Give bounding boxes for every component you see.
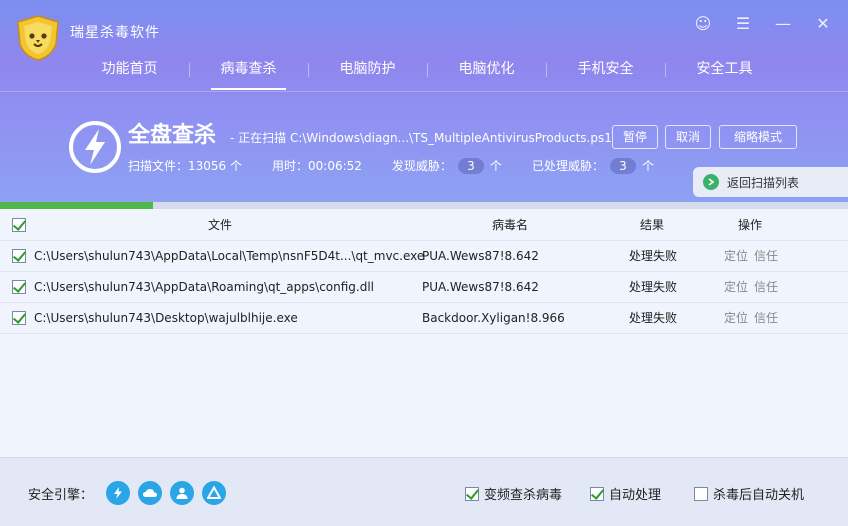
menu-icon[interactable]: ☰ <box>732 12 754 34</box>
auto-shutdown-label: 杀毒后自动关机 <box>713 488 805 503</box>
cancel-button[interactable]: 取消 <box>665 125 711 149</box>
tab-home[interactable]: 功能首页 <box>70 54 189 88</box>
header-file: 文件 <box>208 218 233 232</box>
auto-shutdown-checkbox[interactable] <box>694 486 708 501</box>
threat-table: 文件 病毒名 结果 操作 C:\Users\shulun743\AppData\… <box>0 209 848 457</box>
lion-logo-icon <box>17 15 59 61</box>
files-count: 扫描文件：13056 个 <box>128 159 242 173</box>
pause-button[interactable]: 暂停 <box>612 125 658 149</box>
option-auto-shutdown[interactable]: 杀毒后自动关机 <box>694 484 804 503</box>
table-header: 文件 病毒名 结果 操作 <box>0 209 848 241</box>
minimize-icon[interactable]: — <box>772 12 794 34</box>
mini-mode-button[interactable]: 缩略模式 <box>719 125 797 149</box>
user-icon[interactable]: ☺ <box>692 12 714 34</box>
row-file: C:\Users\shulun743\AppData\Local\Temp\ns… <box>34 249 425 263</box>
triangle-engine-icon[interactable] <box>202 481 226 505</box>
handled-unit: 个 <box>641 159 654 173</box>
tab-tools[interactable]: 安全工具 <box>665 54 784 88</box>
tab-mobile[interactable]: 手机安全 <box>546 54 665 88</box>
close-icon[interactable]: ✕ <box>812 12 834 34</box>
stat-threats: 发现威胁： 3 个 <box>392 157 502 174</box>
scan-stats: 扫描文件：13056 个 用时：00:06:52 发现威胁： 3 个 已处理威胁… <box>128 157 684 174</box>
lightning-engine-icon[interactable] <box>106 481 130 505</box>
cloud-engine-icon[interactable] <box>138 481 162 505</box>
row-result: 处理失败 <box>629 311 678 325</box>
row-checkbox[interactable] <box>12 311 26 325</box>
main-nav: 功能首页 病毒查杀 电脑防护 电脑优化 手机安全 安全工具 <box>70 54 790 90</box>
arrow-right-icon <box>703 174 719 190</box>
handled-badge: 3 <box>609 157 636 174</box>
engine-label: 安全引擎： <box>28 488 94 503</box>
trust-link[interactable]: 信任 <box>754 272 778 303</box>
option-auto-handle[interactable]: 自动处理 <box>590 484 661 503</box>
header-virus: 病毒名 <box>492 218 529 232</box>
locate-link[interactable]: 定位 <box>724 272 748 303</box>
option-freq-scan[interactable]: 变频查杀病毒 <box>465 484 562 503</box>
header-action: 操作 <box>738 218 763 232</box>
threats-label: 发现威胁： <box>391 159 452 173</box>
row-result: 处理失败 <box>629 249 678 263</box>
freq-scan-checkbox[interactable] <box>465 486 479 501</box>
row-file: C:\Users\shulun743\AppData\Roaming\qt_ap… <box>34 280 375 294</box>
scan-progress-fill <box>0 202 153 209</box>
trust-link[interactable]: 信任 <box>754 241 778 272</box>
stat-time: 用时：00:06:52 <box>272 157 362 174</box>
nav-divider <box>0 91 848 92</box>
select-all-checkbox[interactable] <box>12 218 26 232</box>
freq-scan-label: 变频查杀病毒 <box>484 488 563 503</box>
table-row[interactable]: C:\Users\shulun743\AppData\Local\Temp\ns… <box>0 241 848 272</box>
auto-handle-label: 自动处理 <box>609 488 662 503</box>
threats-unit: 个 <box>489 159 502 173</box>
app-window: 瑞星杀毒软件 ☺ ☰ — ✕ 功能首页 病毒查杀 电脑防护 电脑优化 手机安全 … <box>0 0 848 526</box>
lightning-scan-icon <box>69 121 121 173</box>
trust-link[interactable]: 信任 <box>754 303 778 334</box>
footer: 安全引擎： 变频查杀病毒 自动处理 杀毒后自动关机 <box>0 457 848 526</box>
tab-virus-scan[interactable]: 病毒查杀 <box>189 54 308 90</box>
header-result: 结果 <box>640 218 665 232</box>
tab-optimize[interactable]: 电脑优化 <box>427 54 546 88</box>
auto-handle-checkbox[interactable] <box>590 486 604 501</box>
scan-progress-bar <box>0 202 848 209</box>
row-checkbox[interactable] <box>12 280 26 294</box>
row-checkbox[interactable] <box>12 249 26 263</box>
table-row[interactable]: C:\Users\shulun743\Desktop\wajulblhije.e… <box>0 303 848 334</box>
stat-handled: 已处理威胁： 3 个 <box>532 157 654 174</box>
back-list-label: 返回扫描列表 <box>727 175 800 190</box>
header: 瑞星杀毒软件 ☺ ☰ — ✕ 功能首页 病毒查杀 电脑防护 电脑优化 手机安全 … <box>0 0 848 205</box>
threats-badge: 3 <box>457 157 484 174</box>
table-row[interactable]: C:\Users\shulun743\AppData\Roaming\qt_ap… <box>0 272 848 303</box>
app-title: 瑞星杀毒软件 <box>70 25 160 41</box>
row-file: C:\Users\shulun743\Desktop\wajulblhije.e… <box>34 311 298 325</box>
tab-protection[interactable]: 电脑防护 <box>308 54 427 88</box>
row-virus: PUA.Wews87!8.642 <box>422 280 539 294</box>
row-virus: PUA.Wews87!8.642 <box>422 249 539 263</box>
window-controls: ☺ ☰ — ✕ <box>692 12 834 34</box>
back-to-scan-list-button[interactable]: 返回扫描列表 <box>693 167 848 197</box>
locate-link[interactable]: 定位 <box>724 241 748 272</box>
stat-files: 扫描文件：13056 个 <box>128 157 242 174</box>
scan-status: - 正在扫描 C:\Windows\diagn...\TS_MultipleAn… <box>230 131 612 145</box>
row-virus: Backdoor.Xyligan!8.966 <box>422 311 565 325</box>
handled-label: 已处理威胁： <box>531 159 604 173</box>
elapsed-time: 用时：00:06:52 <box>272 159 362 173</box>
row-result: 处理失败 <box>629 280 678 294</box>
scan-title: 全盘查杀 <box>128 123 217 148</box>
locate-link[interactable]: 定位 <box>724 303 748 334</box>
user-engine-icon[interactable] <box>170 481 194 505</box>
